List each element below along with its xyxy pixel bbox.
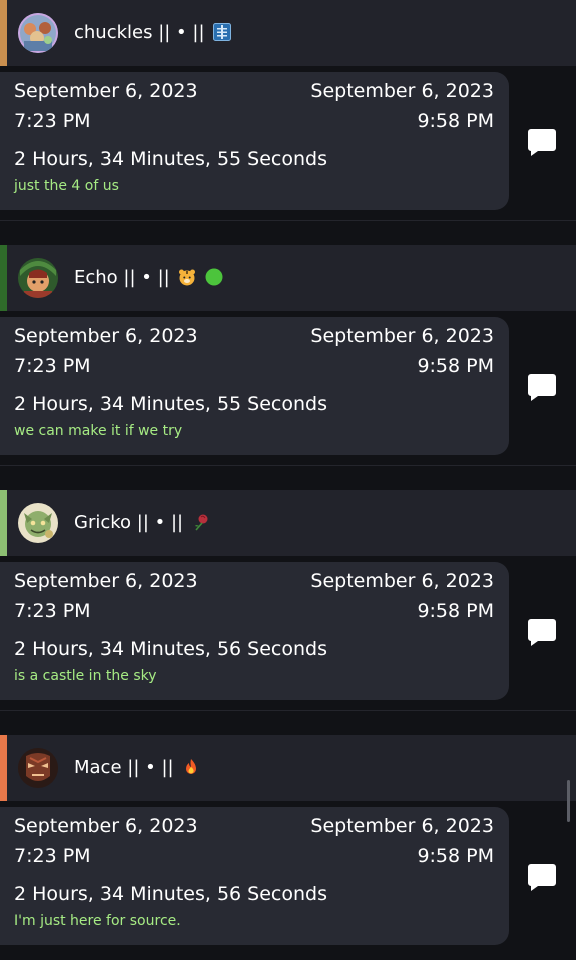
member-color-bar	[0, 490, 7, 556]
start-time: 7:23 PM	[14, 110, 91, 132]
end-time: 9:58 PM	[417, 110, 494, 132]
member-name: Mace || • ||	[74, 756, 200, 783]
end-date: September 6, 2023	[310, 570, 494, 592]
front-session-card[interactable]: September 6, 2023 7:23 PM September 6, 2…	[0, 72, 509, 210]
divider	[0, 220, 576, 221]
end-date: September 6, 2023	[310, 80, 494, 102]
duration: 2 Hours, 34 Minutes, 55 Seconds	[14, 393, 327, 415]
end-date: September 6, 2023	[310, 815, 494, 837]
divider	[0, 710, 576, 711]
start-date: September 6, 2023	[14, 325, 198, 347]
history-entry: Mace || • || September 6, 2023 7:23 PM S…	[0, 735, 576, 960]
start-time: 7:23 PM	[14, 845, 91, 867]
front-session-card[interactable]: September 6, 2023 7:23 PM September 6, 2…	[0, 317, 509, 455]
end-time: 9:58 PM	[417, 600, 494, 622]
member-name: Gricko || • ||	[74, 511, 210, 538]
comment-icon	[528, 619, 556, 646]
duration: 2 Hours, 34 Minutes, 56 Seconds	[14, 638, 327, 660]
member-avatar[interactable]	[18, 258, 58, 298]
member-name-text: Echo || • ||	[74, 267, 170, 288]
fire-icon	[182, 758, 200, 783]
end-date: September 6, 2023	[310, 325, 494, 347]
member-color-bar	[0, 735, 7, 801]
start-date: September 6, 2023	[14, 815, 198, 837]
duration: 2 Hours, 34 Minutes, 55 Seconds	[14, 148, 327, 170]
member-name-text: Mace || • ||	[74, 757, 174, 778]
comment-button[interactable]	[526, 861, 558, 893]
scrollbar[interactable]	[567, 780, 570, 822]
member-name-text: Gricko || • ||	[74, 512, 184, 533]
comment-icon	[528, 129, 556, 156]
rose-icon	[192, 513, 210, 538]
start-date: September 6, 2023	[14, 80, 198, 102]
member-name: chuckles || • ||	[74, 21, 232, 48]
member-avatar[interactable]	[18, 748, 58, 788]
member-color-bar	[0, 245, 7, 311]
front-comment: just the 4 of us	[14, 178, 119, 194]
comment-button[interactable]	[526, 616, 558, 648]
tiger-face-icon	[178, 268, 196, 293]
front-session-card[interactable]: September 6, 2023 7:23 PM September 6, 2…	[0, 562, 509, 700]
history-entry: Gricko || • || September 6, 2023 7:23 PM…	[0, 490, 576, 735]
member-header[interactable]: chuckles || • ||	[0, 0, 576, 66]
start-time: 7:23 PM	[14, 355, 91, 377]
comment-icon	[528, 374, 556, 401]
member-avatar[interactable]	[18, 13, 58, 53]
x-ray-icon	[213, 23, 232, 48]
duration: 2 Hours, 34 Minutes, 56 Seconds	[14, 883, 327, 905]
member-avatar[interactable]	[18, 503, 58, 543]
member-header[interactable]: Mace || • ||	[0, 735, 576, 801]
divider	[0, 465, 576, 466]
member-name-text: chuckles || • ||	[74, 22, 205, 43]
history-entry: Echo || • || September 6, 2023 7:23 PM S…	[0, 245, 576, 490]
start-time: 7:23 PM	[14, 600, 91, 622]
front-session-card[interactable]: September 6, 2023 7:23 PM September 6, 2…	[0, 807, 509, 945]
front-comment: I'm just here for source.	[14, 913, 181, 929]
end-time: 9:58 PM	[417, 355, 494, 377]
front-history-list: chuckles || • || September 6, 2023 7:23 …	[0, 0, 576, 960]
history-entry: chuckles || • || September 6, 2023 7:23 …	[0, 0, 576, 245]
front-comment: we can make it if we try	[14, 423, 183, 439]
member-color-bar	[0, 0, 7, 66]
start-date: September 6, 2023	[14, 570, 198, 592]
comment-icon	[528, 864, 556, 891]
comment-button[interactable]	[526, 371, 558, 403]
member-header[interactable]: Gricko || • ||	[0, 490, 576, 556]
comment-button[interactable]	[526, 126, 558, 158]
member-name: Echo || • ||	[74, 266, 223, 293]
end-time: 9:58 PM	[417, 845, 494, 867]
green-circle-icon	[205, 268, 223, 293]
front-comment: is a castle in the sky	[14, 668, 157, 684]
member-header[interactable]: Echo || • ||	[0, 245, 576, 311]
